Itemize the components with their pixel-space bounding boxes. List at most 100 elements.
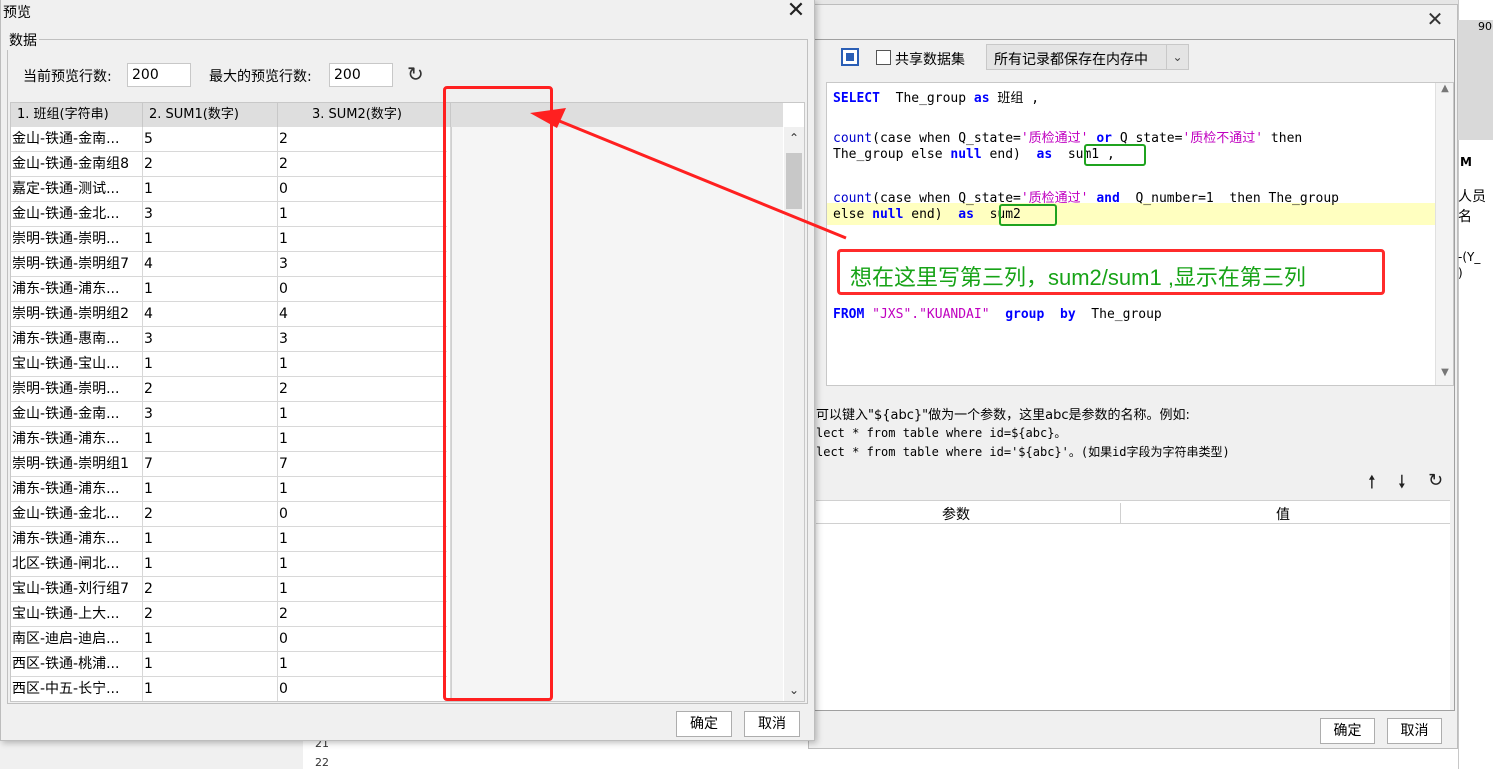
table-cell: 0	[278, 502, 451, 527]
move-up-icon[interactable]: 🠕	[1368, 470, 1376, 500]
share-dataset-checkbox[interactable]	[876, 50, 891, 65]
table-cell: 宝山-铁通-刘行组7	[11, 577, 143, 602]
table-cell: 金山-铁通-金南...	[11, 127, 143, 152]
close-icon[interactable]: ✕	[1425, 9, 1445, 29]
row-number: 22	[315, 756, 329, 769]
cancel-button[interactable]: 取消	[744, 711, 800, 737]
table-row[interactable]: 崇明-铁通-崇明组1 7 7	[11, 452, 451, 477]
table-cell: 1	[278, 552, 451, 577]
table-cell: 2	[143, 152, 278, 177]
table-row[interactable]: 浦东-铁通-浦东... 1 0	[11, 277, 451, 302]
sql-editor[interactable]: SELECT The_group as 班组 , count(case when…	[826, 82, 1454, 386]
refresh-icon[interactable]: ↻	[407, 62, 424, 86]
preview-dialog: 预览 ✕ 数据 当前预览行数: 200 最大的预览行数: 200 ↻ 1. 班组…	[0, 0, 815, 741]
sql-toolbar: 共享数据集 所有记录都保存在内存中 ⌄	[810, 40, 1454, 78]
cancel-button[interactable]: 取消	[1387, 718, 1442, 744]
column-header[interactable]: 1. 班组(字符串)	[11, 103, 143, 127]
table-cell: 1	[278, 652, 451, 677]
table-cell: 崇明-铁通-崇明组2	[11, 302, 143, 327]
table-cell: 西区-铁通-桃浦...	[11, 652, 143, 677]
scroll-thumb[interactable]	[786, 153, 802, 209]
table-cell: 2	[278, 127, 451, 152]
chevron-down-icon[interactable]: ⌄	[1166, 45, 1188, 69]
table-cell: 0	[278, 677, 451, 701]
close-icon[interactable]: ✕	[785, 0, 807, 22]
table-row[interactable]: 西区-中五-长宁... 1 0	[11, 677, 451, 701]
table-cell: 1	[143, 477, 278, 502]
table-cell: 1	[278, 402, 451, 427]
table-cell: 北区-铁通-闸北...	[11, 552, 143, 577]
table-row[interactable]: 南区-迪启-迪启... 1 0	[11, 627, 451, 652]
table-cell: 1	[278, 352, 451, 377]
background-sheet-header	[1458, 20, 1493, 140]
table-cell: 1	[143, 277, 278, 302]
table-row[interactable]: 嘉定-铁通-测试... 1 0	[11, 177, 451, 202]
table-row[interactable]: 金山-铁通-金南... 5 2	[11, 127, 451, 152]
current-rows-label: 当前预览行数:	[23, 69, 112, 85]
ok-button[interactable]: 确定	[1320, 718, 1375, 744]
table-cell: 0	[278, 177, 451, 202]
background-cell-text: -(Y_	[1458, 250, 1481, 264]
table-row[interactable]: 宝山-铁通-宝山... 1 1	[11, 352, 451, 377]
table-cell: 金山-铁通-金北...	[11, 202, 143, 227]
table-cell: 1	[143, 527, 278, 552]
table-cell: 1	[278, 527, 451, 552]
database-icon[interactable]	[841, 48, 859, 66]
parameter-table-body[interactable]	[816, 524, 1450, 710]
annotation-highlight-rect	[443, 86, 553, 701]
table-scrollbar[interactable]: ⌃ ⌄	[784, 127, 804, 701]
table-cell: 1	[143, 652, 278, 677]
background-cell-text: 名	[1458, 209, 1472, 225]
table-row[interactable]: 崇明-铁通-崇明... 2 2	[11, 377, 451, 402]
table-row[interactable]: 崇明-铁通-崇明组7 4 3	[11, 252, 451, 277]
ok-button[interactable]: 确定	[676, 711, 732, 737]
current-rows-input[interactable]: 200	[127, 63, 191, 87]
sql-line: count(case when Q_state='质检通过' or Q_stat…	[833, 131, 1303, 146]
table-cell: 金山-铁通-金南...	[11, 402, 143, 427]
table-row[interactable]: 宝山-铁通-刘行组7 2 1	[11, 577, 451, 602]
table-cell: 金山-铁通-金北...	[11, 502, 143, 527]
table-cell: 2	[278, 377, 451, 402]
annotation-text: 想在这里写第三列，sum2/sum1 ,显示在第三列	[850, 265, 1306, 290]
table-cell: 1	[278, 227, 451, 252]
max-rows-input[interactable]: 200	[329, 63, 393, 87]
table-row[interactable]: 浦东-铁通-浦东... 1 1	[11, 427, 451, 452]
table-row[interactable]: 西区-铁通-桃浦... 1 1	[11, 652, 451, 677]
table-row[interactable]: 浦东-铁通-浦东... 1 1	[11, 477, 451, 502]
table-cell: 1	[278, 577, 451, 602]
refresh-icon[interactable]: ↻	[1428, 470, 1443, 491]
table-row[interactable]: 浦东-铁通-浦东... 1 1	[11, 527, 451, 552]
table-row[interactable]: 浦东-铁通-惠南... 3 3	[11, 327, 451, 352]
table-cell: 1	[143, 352, 278, 377]
table-row[interactable]: 金山-铁通-金南... 3 1	[11, 402, 451, 427]
table-cell: 1	[143, 427, 278, 452]
memory-mode-select[interactable]: 所有记录都保存在内存中 ⌄	[986, 44, 1189, 70]
table-cell: 1	[278, 477, 451, 502]
parameter-hint-example: lect * from table where id='${abc}'。(如果i…	[816, 445, 1230, 459]
data-group-label: 数据	[7, 30, 39, 50]
table-row[interactable]: 崇明-铁通-崇明... 1 1	[11, 227, 451, 252]
table-cell: 1	[143, 177, 278, 202]
table-cell: 5	[143, 127, 278, 152]
table-cell: 宝山-铁通-宝山...	[11, 352, 143, 377]
table-row[interactable]: 金山-铁通-金南组8 2 2	[11, 152, 451, 177]
sql-scrollbar[interactable]: ▲ ▼	[1435, 83, 1453, 385]
background-column-header: M	[1460, 155, 1472, 169]
sql-line: The_group else null end) as sum1 ,	[833, 147, 1115, 162]
scroll-up-icon[interactable]: ⌃	[784, 131, 804, 151]
table-cell: 2	[278, 602, 451, 627]
table-row[interactable]: 宝山-铁通-上大... 2 2	[11, 602, 451, 627]
table-cell: 2	[143, 602, 278, 627]
table-row[interactable]: 金山-铁通-金北... 2 0	[11, 502, 451, 527]
scroll-down-icon[interactable]: ▼	[1436, 367, 1454, 385]
move-down-icon[interactable]: 🠗	[1398, 470, 1406, 500]
table-cell: 宝山-铁通-上大...	[11, 602, 143, 627]
scroll-up-icon[interactable]: ▲	[1436, 83, 1454, 101]
column-header[interactable]: 3. SUM2(数字)	[278, 103, 451, 127]
table-row[interactable]: 北区-铁通-闸北... 1 1	[11, 552, 451, 577]
table-row[interactable]: 金山-铁通-金北... 3 1	[11, 202, 451, 227]
column-header[interactable]: 2. SUM1(数字)	[143, 103, 278, 127]
table-cell: 崇明-铁通-崇明组1	[11, 452, 143, 477]
scroll-down-icon[interactable]: ⌄	[784, 683, 804, 701]
table-row[interactable]: 崇明-铁通-崇明组2 4 4	[11, 302, 451, 327]
